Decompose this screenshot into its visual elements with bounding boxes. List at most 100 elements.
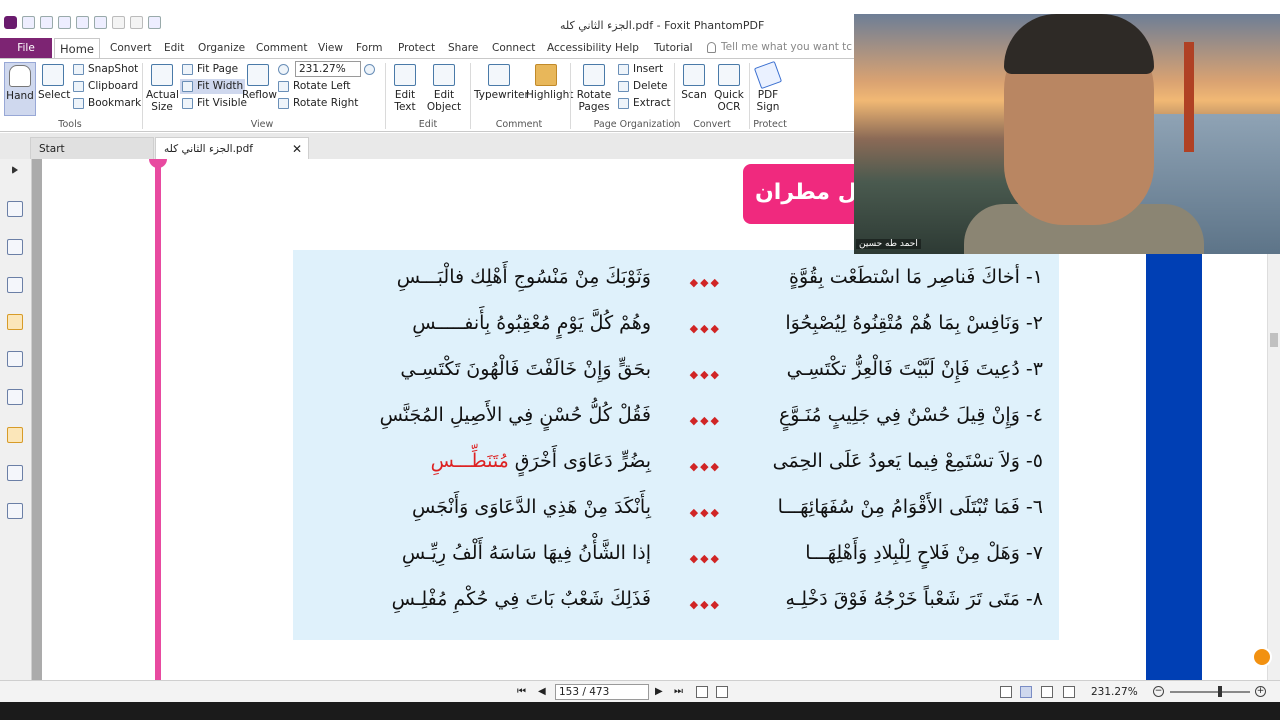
separator — [385, 63, 386, 129]
tab-tutorial[interactable]: Tutorial — [654, 38, 693, 58]
delete-button[interactable]: Delete — [618, 79, 668, 94]
tab-comment[interactable]: Comment — [256, 38, 307, 58]
tab-start[interactable]: Start — [30, 137, 154, 159]
undo-icon[interactable] — [112, 16, 125, 29]
rotate-pages-label-1: Rotate — [576, 89, 612, 101]
fit-visible-button[interactable]: Fit Visible — [182, 96, 247, 111]
actual-size-label-1: Actual — [146, 89, 179, 101]
tell-me-search[interactable]: Tell me what you want tc — [707, 41, 852, 53]
zoom-slider[interactable] — [1170, 686, 1250, 697]
next-page-icon[interactable]: ▶ — [655, 686, 663, 697]
redo-icon[interactable] — [130, 16, 143, 29]
tab-convert[interactable]: Convert — [110, 38, 152, 58]
fit-page-button[interactable]: Fit Page — [182, 62, 238, 77]
lock-icon[interactable] — [7, 427, 23, 443]
new-icon[interactable] — [94, 16, 107, 29]
tab-help[interactable]: Help — [615, 38, 639, 58]
typewriter-button[interactable]: Typewriter — [474, 62, 529, 116]
previous-page-icon[interactable]: ◀ — [538, 686, 546, 697]
scrollbar-thumb[interactable] — [1270, 333, 1278, 347]
tab-home[interactable]: Home — [54, 38, 100, 58]
rotate-right-icon — [278, 98, 289, 109]
pages-thumbnails-icon[interactable] — [7, 239, 23, 255]
zoom-out-icon[interactable] — [278, 62, 289, 77]
first-page-icon[interactable]: ⏮ — [517, 686, 526, 697]
tab-connect[interactable]: Connect — [492, 38, 535, 58]
extract-button[interactable]: Extract — [618, 96, 671, 111]
zoom-in-icon[interactable] — [364, 62, 375, 77]
section-heading-text: ل مطران: — [755, 180, 866, 205]
attachment-icon[interactable] — [7, 351, 23, 367]
zoom-out-button[interactable]: − — [1153, 686, 1164, 697]
group-label-convert: Convert — [693, 119, 731, 130]
tab-organize[interactable]: Organize — [198, 38, 245, 58]
clipboard-button[interactable]: Clipboard — [73, 79, 138, 94]
page-icon[interactable] — [7, 201, 23, 217]
scanner-icon — [683, 64, 705, 86]
scan-button[interactable]: Scan — [678, 62, 710, 116]
open-icon[interactable] — [22, 16, 35, 29]
first-hemistich: ٧- وَهَلْ مِنْ فَلاحٍ لِلْبِلادِ وَأَهْل… — [805, 542, 1043, 564]
reflow-button[interactable]: Reflow — [242, 62, 277, 116]
first-hemistich: ٣- دُعِيتَ فَإِنْ لَبَّيْتَ فَالْعِزُّ ت… — [786, 358, 1043, 380]
tab-form[interactable]: Form — [356, 38, 382, 58]
foxit-logo-icon — [4, 16, 17, 29]
actual-size-button[interactable]: Actual Size — [146, 62, 179, 116]
previous-view-icon[interactable] — [696, 686, 708, 698]
print-icon[interactable] — [58, 16, 71, 29]
edit-text-button[interactable]: Edit Text — [390, 62, 420, 116]
tab-view[interactable]: View — [318, 38, 343, 58]
form-icon[interactable] — [7, 465, 23, 481]
single-page-icon[interactable] — [1000, 686, 1012, 698]
continuous-page-icon[interactable] — [1020, 686, 1032, 698]
tab-document[interactable]: الجزء الثاني كله.pdf ✕ — [155, 137, 309, 159]
pdf-sign-button[interactable]: PDF Sign — [753, 60, 783, 116]
security-icon[interactable] — [7, 389, 23, 405]
zoom-input[interactable]: 231.27% — [295, 61, 361, 77]
hand-label: Hand — [6, 90, 34, 102]
zoom-in-button[interactable]: + — [1255, 686, 1266, 697]
highlight-button[interactable]: Highlight — [526, 62, 573, 116]
second-hemistich: فَقُلْ كُلُّ حُسْنٍ فِي الأَصِيلِ المُجَ… — [379, 404, 651, 426]
rotate-left-button[interactable]: Rotate Left — [278, 79, 350, 94]
tab-edit[interactable]: Edit — [164, 38, 184, 58]
star-separator: ◆◆◆ — [689, 322, 721, 335]
assistant-icon[interactable] — [1252, 647, 1272, 667]
rotate-pages-label-2: Pages — [578, 101, 610, 113]
last-page-icon[interactable]: ⏭ — [674, 686, 683, 697]
signature-icon[interactable] — [7, 503, 23, 519]
tab-accessibility[interactable]: Accessibility — [547, 38, 612, 58]
zoom-slider-knob[interactable] — [1218, 686, 1222, 697]
comments-icon[interactable] — [7, 314, 23, 330]
facing-page-icon[interactable] — [1041, 686, 1053, 698]
tab-file[interactable]: File — [0, 38, 52, 58]
snapshot-button[interactable]: SnapShot — [73, 62, 138, 77]
rotate-pages-button[interactable]: Rotate Pages — [574, 62, 614, 116]
save-icon[interactable] — [40, 16, 53, 29]
continuous-facing-icon[interactable] — [1063, 686, 1075, 698]
fit-width-button[interactable]: Fit Width — [180, 79, 246, 94]
insert-page-icon — [618, 64, 629, 75]
second-hemistich: فَذَلِكَ شَعْبٌ بَاتَ فِي حُكْمِ مُفْلِـ… — [391, 588, 651, 610]
close-tab-icon[interactable]: ✕ — [292, 138, 302, 160]
typewriter-label: Typewriter — [474, 89, 529, 101]
first-hemistich: ٨- مَتَى تَرَ شَعْباً خَرْجُهُ فَوْقَ دَ… — [785, 588, 1044, 610]
tab-protect[interactable]: Protect — [398, 38, 435, 58]
edit-object-button[interactable]: Edit Object — [423, 62, 465, 116]
select-button[interactable]: Select — [38, 62, 70, 116]
insert-button[interactable]: Insert — [618, 62, 663, 77]
second-hemistich: وَثَوْبَكَ مِنْ مَنْسُوجِ أَهْلِك فالْبَ… — [396, 266, 651, 288]
fit-page-icon — [182, 64, 193, 75]
customize-icon[interactable] — [148, 16, 161, 29]
email-icon[interactable] — [76, 16, 89, 29]
bookmark-button[interactable]: Bookmark — [73, 96, 141, 111]
highlight-label: Highlight — [526, 89, 574, 101]
quick-ocr-button[interactable]: Quick OCR — [713, 62, 745, 116]
hand-button[interactable]: Hand — [4, 62, 36, 116]
layers-icon[interactable] — [7, 277, 23, 293]
rotate-right-button[interactable]: Rotate Right — [278, 96, 358, 111]
page-number-input[interactable]: 153 / 473 — [555, 684, 649, 700]
expand-panel-icon[interactable] — [12, 166, 22, 174]
tab-share[interactable]: Share — [448, 38, 478, 58]
next-view-icon[interactable] — [716, 686, 728, 698]
